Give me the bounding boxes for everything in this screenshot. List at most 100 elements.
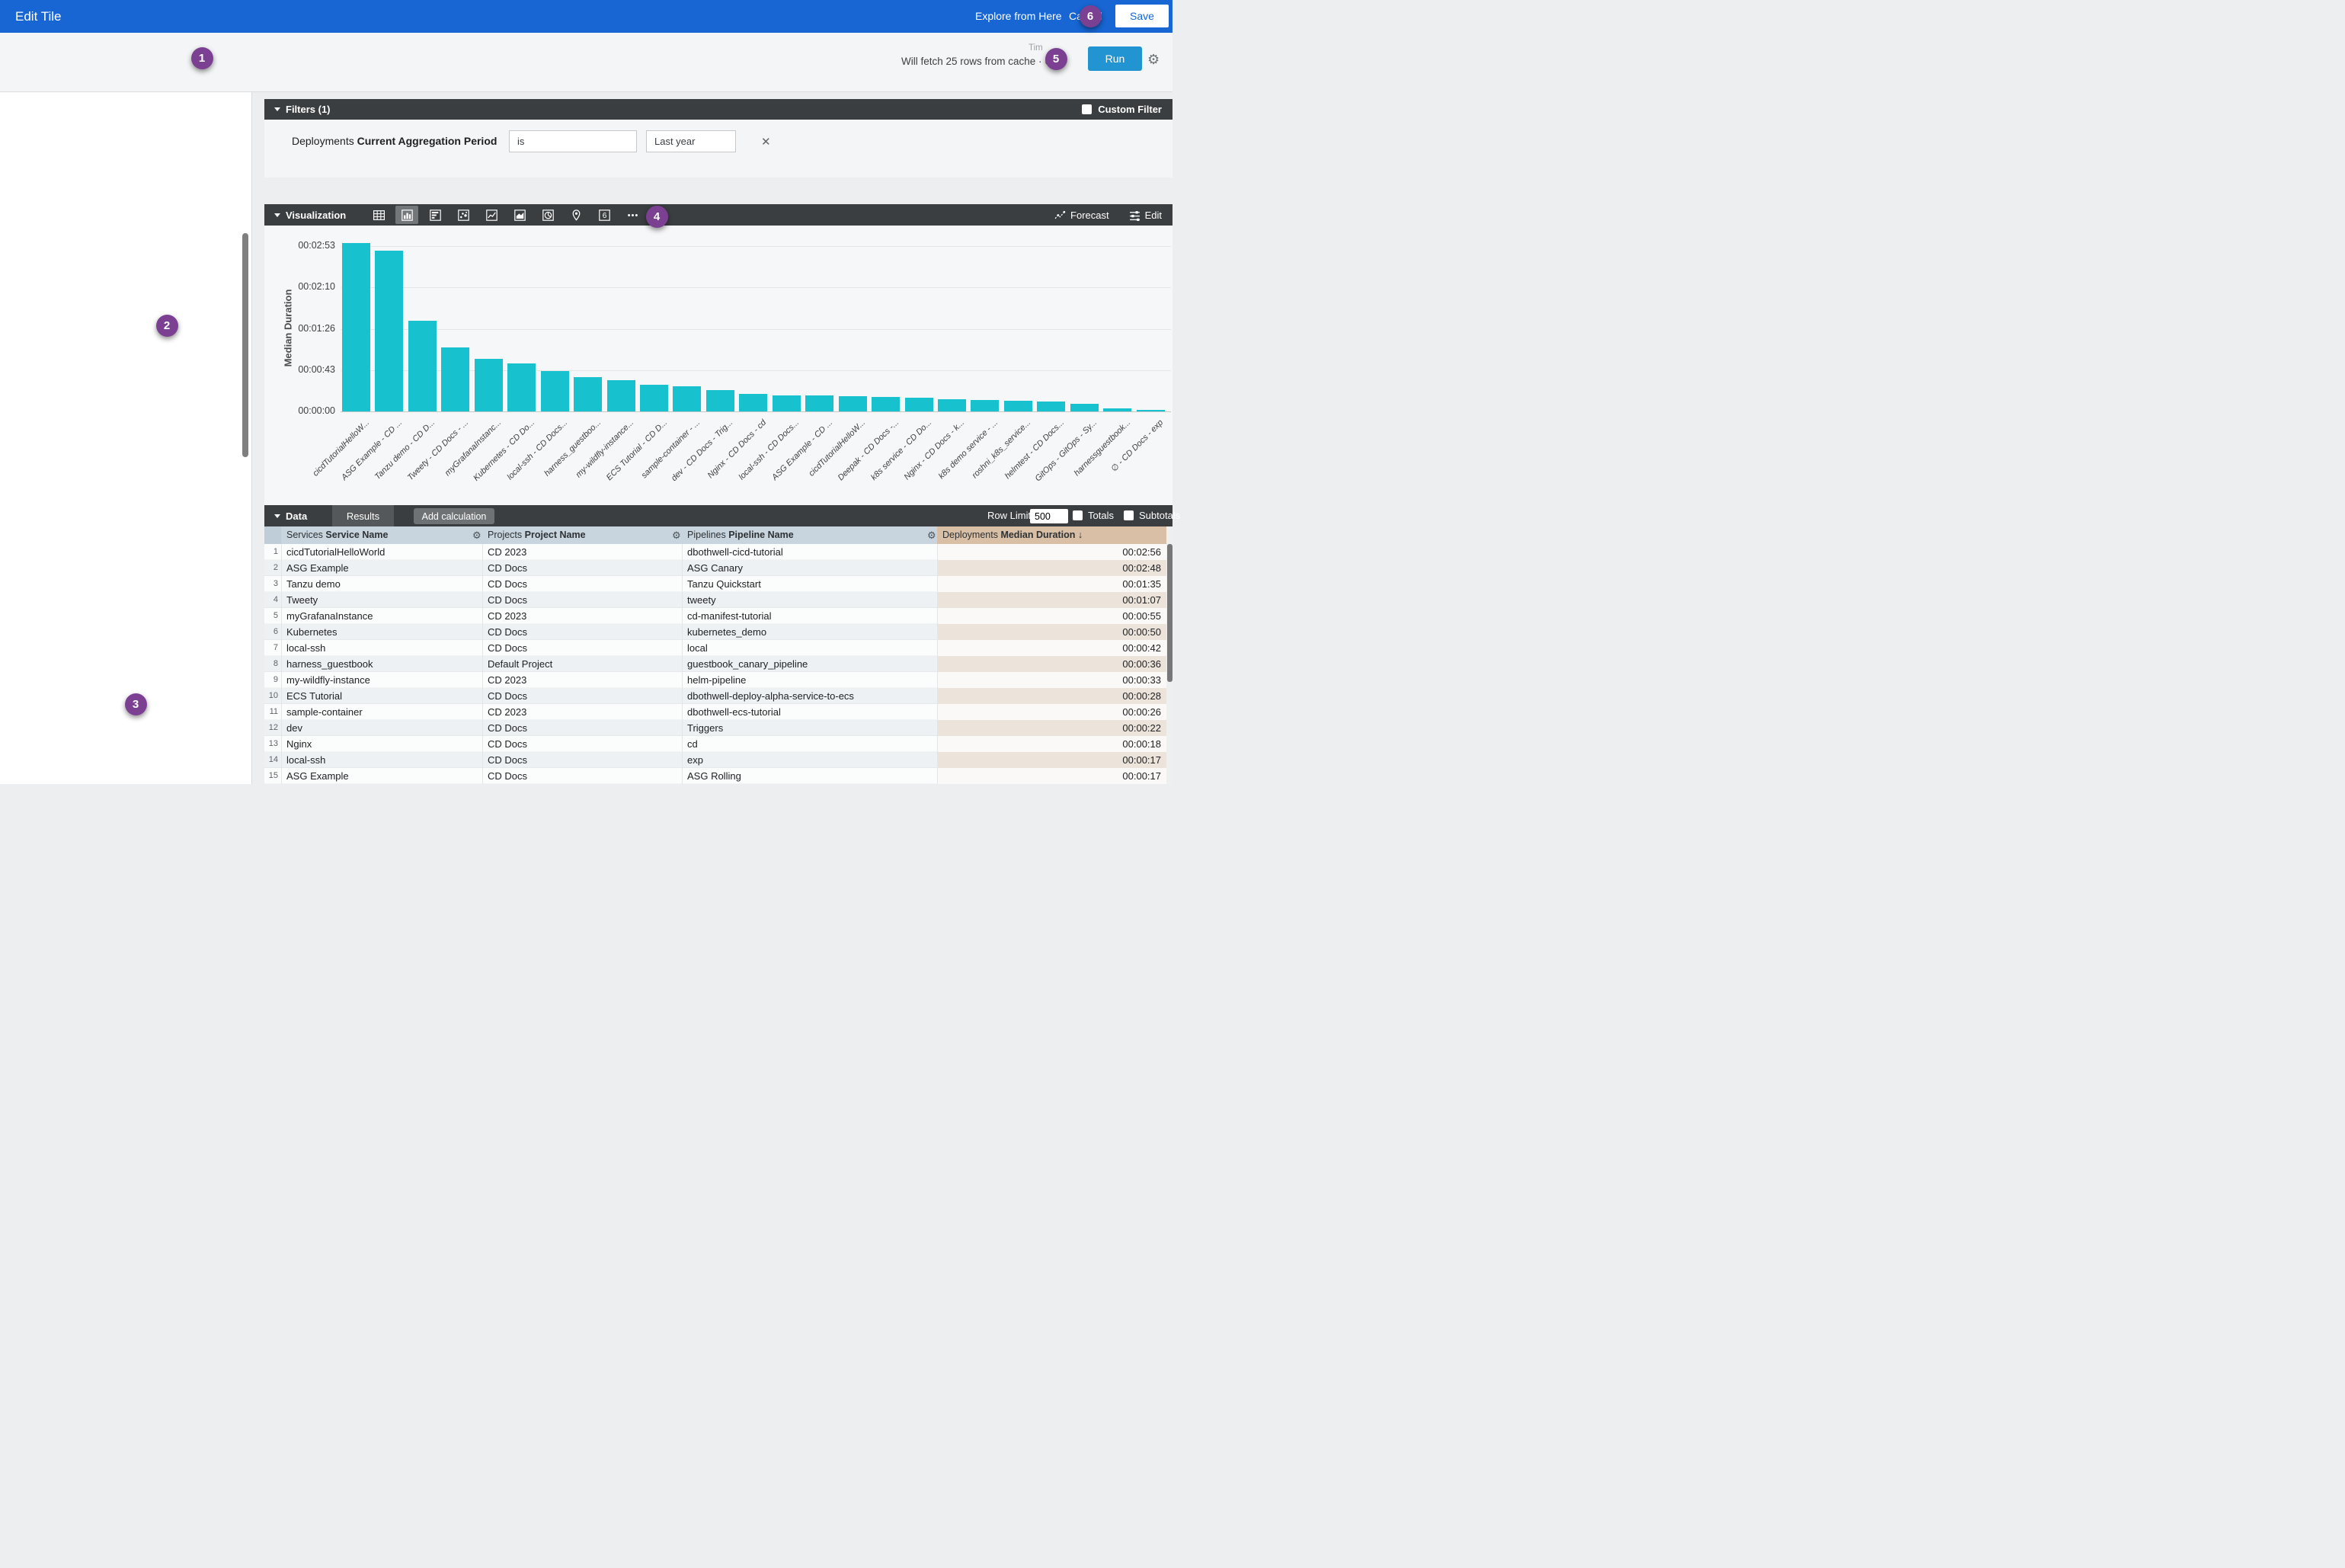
cell-pipeline-name[interactable]: tweety bbox=[687, 592, 931, 608]
forecast-button[interactable]: Forecast bbox=[1054, 210, 1109, 221]
cell-project-name[interactable]: CD Docs bbox=[488, 720, 677, 736]
cell-project-name[interactable]: CD Docs bbox=[488, 688, 677, 704]
cell-project-name[interactable]: CD Docs bbox=[488, 560, 677, 576]
cell-service-name[interactable]: myGrafanaInstance bbox=[286, 608, 477, 624]
query-settings-gear-icon[interactable]: ⚙ bbox=[1147, 53, 1160, 66]
column-header-median-duration[interactable]: Deployments Median Duration ↓ bbox=[942, 526, 1167, 544]
cell-median-duration[interactable]: 00:02:48 bbox=[937, 560, 1161, 576]
chart-bar[interactable] bbox=[739, 394, 767, 411]
cell-project-name[interactable]: CD 2023 bbox=[488, 544, 677, 560]
cell-median-duration[interactable]: 00:00:42 bbox=[937, 640, 1161, 656]
chart-bar[interactable] bbox=[574, 377, 602, 411]
viz-type-more-icon[interactable] bbox=[621, 206, 644, 224]
viz-type-single-value-icon[interactable]: 6 bbox=[593, 206, 616, 224]
cell-pipeline-name[interactable]: ASG Rolling bbox=[687, 768, 931, 784]
remove-filter-icon[interactable]: ✕ bbox=[761, 135, 771, 149]
column-header-project-name[interactable]: Projects Project Name bbox=[488, 526, 677, 544]
cell-service-name[interactable]: cicdTutorialHelloWorld bbox=[286, 544, 477, 560]
cell-pipeline-name[interactable]: kubernetes_demo bbox=[687, 624, 931, 640]
chart-bar[interactable] bbox=[1037, 402, 1065, 411]
cell-service-name[interactable]: my-wildfly-instance bbox=[286, 672, 477, 688]
viz-type-scatter-icon[interactable] bbox=[452, 206, 475, 224]
cell-median-duration[interactable]: 00:02:56 bbox=[937, 544, 1161, 560]
cell-median-duration[interactable]: 00:01:07 bbox=[937, 592, 1161, 608]
cell-pipeline-name[interactable]: local bbox=[687, 640, 931, 656]
filters-section-label[interactable]: Filters (1) bbox=[286, 104, 331, 115]
cell-median-duration[interactable]: 00:00:36 bbox=[937, 656, 1161, 672]
column-gear-icon[interactable]: ⚙ bbox=[472, 530, 481, 541]
cell-project-name[interactable]: CD 2023 bbox=[488, 704, 677, 720]
cell-median-duration[interactable]: 00:00:26 bbox=[937, 704, 1161, 720]
totals-checkbox[interactable] bbox=[1073, 510, 1083, 520]
chart-bar[interactable] bbox=[872, 397, 900, 411]
cell-median-duration[interactable]: 00:00:55 bbox=[937, 608, 1161, 624]
chart-bar[interactable] bbox=[1137, 410, 1165, 412]
cell-pipeline-name[interactable]: cd-manifest-tutorial bbox=[687, 608, 931, 624]
cell-project-name[interactable]: CD Docs bbox=[488, 624, 677, 640]
column-gear-icon[interactable]: ⚙ bbox=[927, 530, 936, 541]
cell-pipeline-name[interactable]: cd bbox=[687, 736, 931, 752]
chart-bar[interactable] bbox=[1103, 408, 1131, 411]
cell-median-duration[interactable]: 00:00:22 bbox=[937, 720, 1161, 736]
cell-project-name[interactable]: CD 2023 bbox=[488, 608, 677, 624]
cell-median-duration[interactable]: 00:00:28 bbox=[937, 688, 1161, 704]
cell-service-name[interactable]: Tanzu demo bbox=[286, 576, 477, 592]
cell-pipeline-name[interactable]: dbothwell-deploy-alpha-service-to-ecs bbox=[687, 688, 931, 704]
column-header-pipeline-name[interactable]: Pipelines Pipeline Name bbox=[687, 526, 932, 544]
add-calculation-button[interactable]: Add calculation bbox=[414, 508, 494, 524]
chart-bar[interactable] bbox=[607, 380, 635, 411]
cell-service-name[interactable]: Tweety bbox=[286, 592, 477, 608]
cell-project-name[interactable]: CD Docs bbox=[488, 768, 677, 784]
cell-project-name[interactable]: CD 2023 bbox=[488, 672, 677, 688]
cell-median-duration[interactable]: 00:00:17 bbox=[937, 768, 1161, 784]
chart-bar[interactable] bbox=[1004, 401, 1032, 411]
viz-type-pie-icon[interactable] bbox=[536, 206, 559, 224]
cell-service-name[interactable]: ECS Tutorial bbox=[286, 688, 477, 704]
cell-project-name[interactable]: Default Project bbox=[488, 656, 677, 672]
edit-viz-button[interactable]: Edit bbox=[1129, 210, 1162, 221]
chart-bar[interactable] bbox=[475, 359, 503, 411]
chart-bar[interactable] bbox=[640, 385, 668, 411]
column-header-service-name[interactable]: Services Service Name bbox=[286, 526, 477, 544]
cell-project-name[interactable]: CD Docs bbox=[488, 736, 677, 752]
visualization-collapse-icon[interactable] bbox=[274, 213, 280, 217]
cell-service-name[interactable]: harness_guestbook bbox=[286, 656, 477, 672]
cell-pipeline-name[interactable]: Tanzu Quickstart bbox=[687, 576, 931, 592]
cell-pipeline-name[interactable]: guestbook_canary_pipeline bbox=[687, 656, 931, 672]
timezone-label[interactable]: Tim bbox=[1029, 43, 1043, 53]
chart-bar[interactable] bbox=[342, 243, 370, 411]
chart-bar[interactable] bbox=[706, 390, 734, 411]
viz-type-column-icon[interactable] bbox=[395, 206, 418, 224]
chart-bar[interactable] bbox=[805, 395, 833, 411]
filter-value-input[interactable]: Last year bbox=[646, 130, 736, 152]
chart-bar[interactable] bbox=[773, 395, 801, 411]
chart-bar[interactable] bbox=[938, 399, 966, 411]
cell-median-duration[interactable]: 00:00:17 bbox=[937, 752, 1161, 768]
filter-operator-select[interactable]: is bbox=[509, 130, 637, 152]
viz-type-map-icon[interactable] bbox=[565, 206, 587, 224]
cell-project-name[interactable]: CD Docs bbox=[488, 592, 677, 608]
cell-service-name[interactable]: ASG Example bbox=[286, 560, 477, 576]
cell-median-duration[interactable]: 00:01:35 bbox=[937, 576, 1161, 592]
subtotals-checkbox[interactable] bbox=[1124, 510, 1134, 520]
chart-bar[interactable] bbox=[408, 321, 437, 411]
cell-project-name[interactable]: CD Docs bbox=[488, 640, 677, 656]
table-scrollbar-thumb[interactable] bbox=[1167, 544, 1172, 682]
chart-bar[interactable] bbox=[507, 363, 536, 411]
cell-service-name[interactable]: Kubernetes bbox=[286, 624, 477, 640]
custom-filter-checkbox[interactable] bbox=[1082, 104, 1092, 114]
column-gear-icon[interactable]: ⚙ bbox=[672, 530, 681, 541]
save-button[interactable]: Save bbox=[1115, 5, 1169, 27]
visualization-section-label[interactable]: Visualization bbox=[286, 210, 346, 221]
cell-median-duration[interactable]: 00:00:33 bbox=[937, 672, 1161, 688]
filters-collapse-icon[interactable] bbox=[274, 107, 280, 111]
cell-median-duration[interactable]: 00:00:18 bbox=[937, 736, 1161, 752]
cell-median-duration[interactable]: 00:00:50 bbox=[937, 624, 1161, 640]
chart-bar[interactable] bbox=[839, 396, 867, 411]
cell-pipeline-name[interactable]: exp bbox=[687, 752, 931, 768]
tab-results[interactable]: Results bbox=[332, 505, 394, 526]
cell-service-name[interactable]: dev bbox=[286, 720, 477, 736]
chart-bar[interactable] bbox=[673, 386, 701, 411]
chart-bar[interactable] bbox=[375, 251, 403, 411]
cell-pipeline-name[interactable]: dbothwell-cicd-tutorial bbox=[687, 544, 931, 560]
